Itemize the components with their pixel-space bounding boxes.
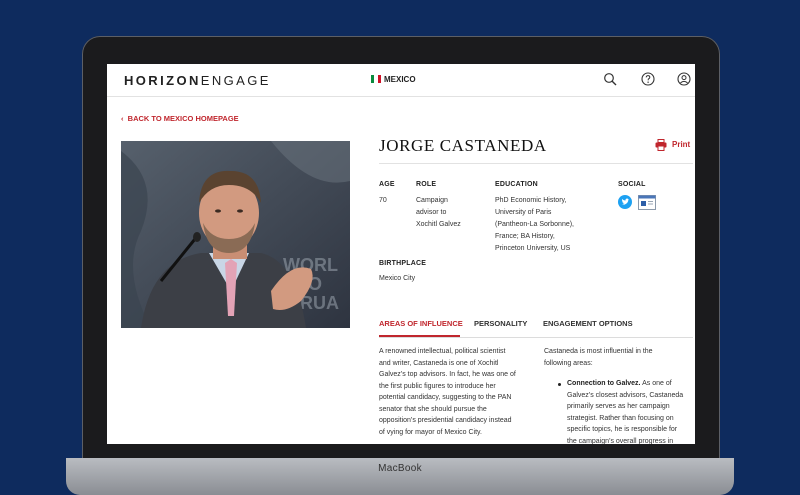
active-tab-indicator bbox=[379, 335, 460, 337]
logo[interactable]: HORIZONENGAGE bbox=[124, 73, 271, 88]
role-value: Campaign advisor to Xochitl Galvez bbox=[416, 195, 461, 231]
header-divider bbox=[379, 163, 693, 164]
logo-thin-text: ENGAGE bbox=[200, 73, 271, 88]
influence-paragraph: A renowned intellectual, political scien… bbox=[379, 346, 537, 438]
role-line: Xochitl Galvez bbox=[416, 221, 461, 228]
paragraph-line: opposition’s presidential candidacy inst… bbox=[379, 417, 512, 424]
education-line: Princeton University, US bbox=[495, 245, 571, 252]
profile-photo: WORL ONO ORUA bbox=[121, 141, 350, 328]
bullet-line: Galvez’s closest advisors, Castaneda bbox=[567, 391, 684, 399]
chevron-left-icon: ‹ bbox=[121, 114, 128, 123]
website-icon[interactable] bbox=[638, 195, 656, 210]
birthplace-value: Mexico City bbox=[379, 275, 416, 282]
influence-intro: Castaneda is most influential in the fol… bbox=[544, 346, 692, 369]
bullet-line: strategist. Rather than focusing on bbox=[567, 414, 674, 422]
top-nav: HORIZONENGAGE MEXICO bbox=[107, 64, 695, 97]
role-label: ROLE bbox=[416, 181, 437, 188]
print-button[interactable]: Print bbox=[672, 140, 690, 149]
social-label: SOCIAL bbox=[618, 181, 646, 188]
tabs-divider bbox=[379, 337, 693, 338]
logo-bold-text: HORIZON bbox=[124, 73, 201, 88]
help-icon[interactable] bbox=[641, 72, 655, 86]
bullet-line: primarily serves as her campaign bbox=[567, 403, 670, 410]
tab-areas-of-influence[interactable]: AREAS OF INFLUENCE bbox=[379, 319, 463, 328]
paragraph-line: and writer, Castaneda is one of Xochitl bbox=[379, 359, 499, 367]
education-line: France; BA History, bbox=[495, 233, 555, 240]
printer-icon[interactable] bbox=[655, 139, 667, 151]
mexico-flag-icon bbox=[371, 75, 381, 83]
paragraph-line: senator that she should pursue the bbox=[379, 405, 487, 413]
birthplace-label: BIRTHPLACE bbox=[379, 260, 427, 267]
bullet-dot bbox=[558, 383, 561, 386]
bullet-line: the campaign’s overall progress in bbox=[567, 437, 674, 445]
education-line: PhD Economic History, bbox=[495, 197, 567, 204]
country-selector[interactable]: MEXICO bbox=[384, 75, 416, 84]
education-line: (Pantheon-La Sorbonne), bbox=[495, 221, 574, 228]
age-value: 70 bbox=[379, 197, 387, 204]
paragraph-line: A renowned intellectual, political scien… bbox=[379, 348, 506, 355]
paragraph-line: of vying for mayor of Mexico City. bbox=[379, 428, 482, 436]
paragraph-line: the first public figures to introduce he… bbox=[379, 382, 496, 390]
education-value: PhD Economic History, University of Pari… bbox=[495, 195, 574, 255]
twitter-icon[interactable] bbox=[618, 195, 632, 209]
tab-personality[interactable]: PERSONALITY bbox=[474, 319, 527, 328]
paragraph-line: potential candidacy, suggesting to the P… bbox=[379, 394, 512, 401]
intro-line: Castaneda is most influential in the bbox=[544, 348, 653, 355]
education-label: EDUCATION bbox=[495, 181, 538, 188]
browser-screen: HORIZONENGAGE MEXICO ‹ BACK TO MEXICO HO… bbox=[107, 64, 695, 444]
back-to-homepage-link[interactable]: ‹ BACK TO MEXICO HOMEPAGE bbox=[121, 114, 239, 123]
bullet-line: As one of bbox=[642, 380, 672, 387]
laptop-brand-label: MacBook bbox=[378, 463, 422, 474]
intro-line: following areas: bbox=[544, 359, 593, 367]
back-link-label: BACK TO MEXICO HOMEPAGE bbox=[127, 114, 239, 123]
flag-stripe-red bbox=[377, 75, 381, 83]
bullet-title: Connection to Galvez. bbox=[567, 380, 641, 387]
bullet-line: specific topics, he is responsible for bbox=[567, 426, 678, 433]
age-label: AGE bbox=[379, 181, 395, 188]
search-icon[interactable] bbox=[603, 72, 617, 86]
laptop-base: MacBook bbox=[66, 458, 734, 495]
influence-bullet: Connection to Galvez. As one of Galvez’s… bbox=[567, 378, 693, 444]
user-icon[interactable] bbox=[677, 72, 691, 86]
education-line: University of Paris bbox=[495, 209, 552, 216]
role-line: advisor to bbox=[416, 209, 447, 216]
tab-engagement-options[interactable]: ENGAGEMENT OPTIONS bbox=[543, 319, 633, 328]
role-line: Campaign bbox=[416, 197, 448, 204]
paragraph-line: Galvez’s top advisors. In fact, he was o… bbox=[379, 371, 516, 378]
person-name: JORGE CASTANEDA bbox=[379, 136, 547, 155]
